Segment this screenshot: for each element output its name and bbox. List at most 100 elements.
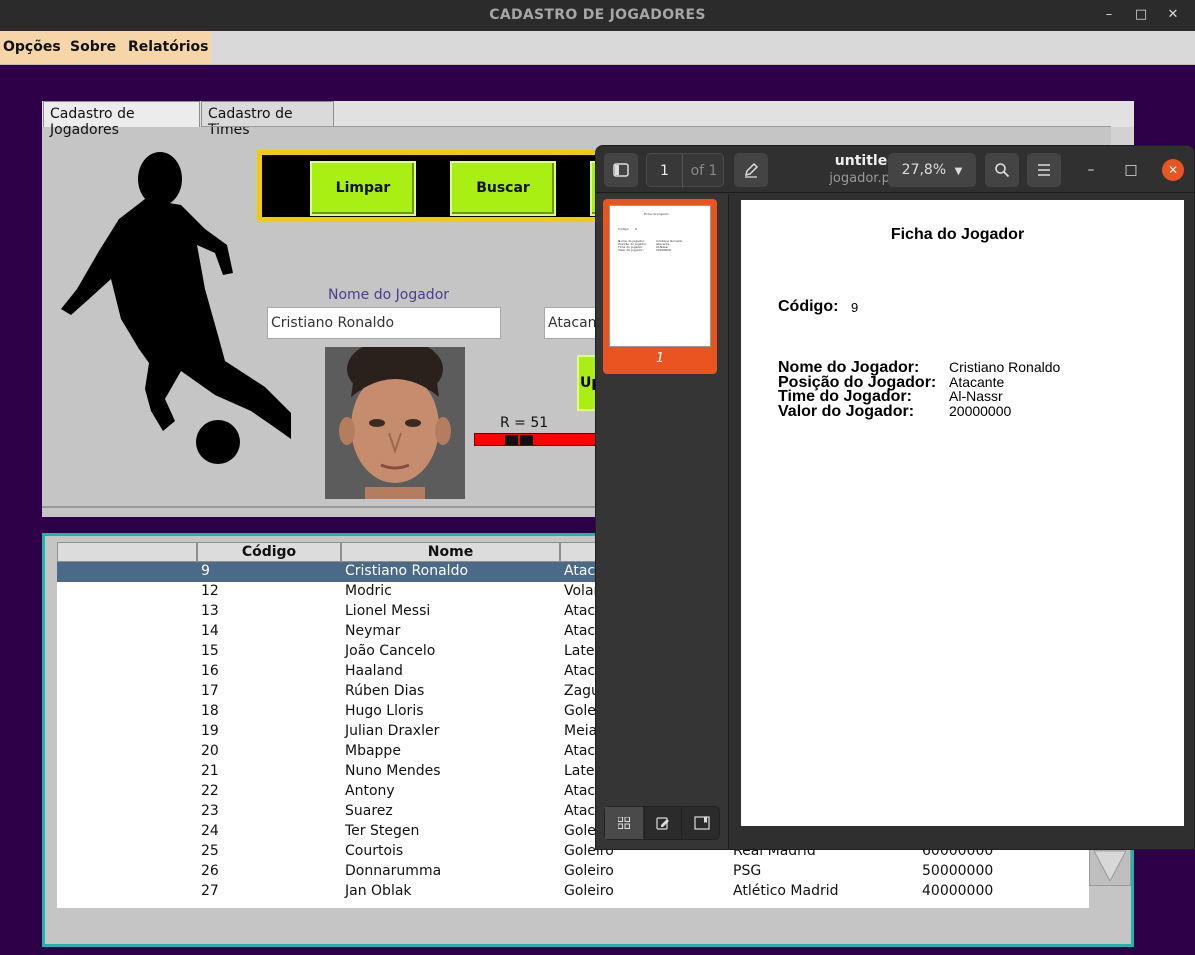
slider-knob[interactable] xyxy=(505,435,518,445)
cell-time: Atlético Madrid xyxy=(733,883,839,899)
player-photo xyxy=(325,347,465,499)
pdf-maximize-button[interactable]: □ xyxy=(1119,158,1143,182)
cell-codigo: 15 xyxy=(201,643,219,659)
sidebar-toggle-button[interactable] xyxy=(604,153,638,187)
time-label: Time do Jogador: xyxy=(778,388,912,405)
cell-nome: Courtois xyxy=(345,843,404,859)
annotate-button[interactable] xyxy=(734,153,768,187)
nome-jogador-value: Cristiano Ronaldo xyxy=(949,359,1061,375)
cell-codigo: 22 xyxy=(201,783,219,799)
thumb-codigo-value: 9 xyxy=(635,227,637,231)
column-header-blank[interactable] xyxy=(57,542,197,562)
zoom-dropdown[interactable]: 27,8% ▼ xyxy=(888,153,976,187)
cell-posicao: Goleiro xyxy=(564,863,614,879)
thumbnail-number: 1 xyxy=(655,351,665,366)
column-header-nome[interactable]: Nome xyxy=(341,542,560,562)
menu-opcoes[interactable]: Opções xyxy=(3,39,61,55)
buscar-button[interactable]: Buscar xyxy=(450,161,556,216)
cell-nome: Rúben Dias xyxy=(345,683,425,699)
cell-nome: Mbappe xyxy=(345,743,401,759)
cell-valor: 40000000 xyxy=(922,883,994,899)
cell-nome: Haaland xyxy=(345,663,403,679)
cell-codigo: 18 xyxy=(201,703,219,719)
search-icon xyxy=(995,163,1010,178)
cell-nome: Antony xyxy=(345,783,395,799)
search-button[interactable] xyxy=(985,153,1019,187)
hamburger-icon xyxy=(1038,164,1050,176)
slider-knob[interactable] xyxy=(520,435,533,445)
pdf-page-area[interactable]: Ficha do Jogador Código: 9 Nome do Jogad… xyxy=(730,194,1194,849)
table-row[interactable]: 26 Donnarumma Goleiro PSG 50000000 xyxy=(57,862,1089,882)
menu-button[interactable] xyxy=(1027,153,1061,187)
cell-nome: Modric xyxy=(345,583,392,599)
cell-nome: Donnarumma xyxy=(345,863,442,879)
cell-codigo: 20 xyxy=(201,743,219,759)
valor-label: Valor do Jogador: xyxy=(778,403,915,420)
cell-codigo: 24 xyxy=(201,823,219,839)
sidebar-mode-switcher xyxy=(604,806,720,840)
menu-bar: Opções Sobre Relatórios xyxy=(0,31,1195,65)
close-button[interactable]: ✕ xyxy=(1162,4,1184,26)
cell-nome: Jan Oblak xyxy=(345,883,412,899)
thumbnails-mode-button[interactable] xyxy=(605,807,643,839)
book-icon xyxy=(694,816,710,830)
chevron-down-icon: ▼ xyxy=(954,166,963,177)
menu-relatorios[interactable]: Relatórios xyxy=(128,39,209,55)
cell-codigo: 16 xyxy=(201,663,219,679)
cell-codigo: 26 xyxy=(201,863,219,879)
cell-codigo: 21 xyxy=(201,763,219,779)
cell-codigo: 27 xyxy=(201,883,219,899)
window-title: CADASTRO DE JOGADORES xyxy=(489,7,706,23)
grid-icon xyxy=(617,816,630,829)
minimize-button[interactable]: – xyxy=(1098,4,1120,26)
pdf-minimize-button[interactable]: – xyxy=(1079,158,1103,182)
thumbnail-page: Ficha do Jogador Código: 9 Nome do Jogad… xyxy=(609,205,711,347)
page-thumbnail[interactable]: Ficha do Jogador Código: 9 Nome do Jogad… xyxy=(603,199,717,374)
nome-jogador-label: Nome do Jogador xyxy=(328,287,450,303)
r-value-label: R = 51 xyxy=(500,415,549,431)
title-bar: CADASTRO DE JOGADORES – □ ✕ xyxy=(0,0,1195,31)
codigo-value: 9 xyxy=(851,300,859,315)
nome-jogador-input[interactable]: Cristiano Ronaldo xyxy=(267,307,501,339)
cell-nome: Cristiano Ronaldo xyxy=(345,563,469,579)
pdf-header-bar: 1 of 1 untitled jogador.pdf 27,8% ▼ – □ … xyxy=(596,146,1194,193)
cell-nome: Neymar xyxy=(345,623,401,639)
menu-sobre[interactable]: Sobre xyxy=(70,39,116,55)
cell-nome: Suarez xyxy=(345,803,393,819)
page-number-input[interactable]: 1 xyxy=(647,154,683,188)
cell-posicao: Goleiro xyxy=(564,883,614,899)
sidebar-icon xyxy=(613,163,629,177)
tab-divider xyxy=(202,126,1111,127)
thumb-field-label: Valor do Jogador: xyxy=(618,248,644,252)
scroll-down-button[interactable] xyxy=(1089,844,1131,886)
cell-codigo: 14 xyxy=(201,623,219,639)
maximize-button[interactable]: □ xyxy=(1130,4,1152,26)
column-header-codigo[interactable]: Código xyxy=(197,542,341,562)
cell-nome: Ter Stegen xyxy=(345,823,420,839)
cell-nome: Lionel Messi xyxy=(345,603,431,619)
valor-value: 20000000 xyxy=(949,403,1012,419)
annotations-mode-button[interactable] xyxy=(644,807,682,839)
limpar-button[interactable]: Limpar xyxy=(310,161,416,216)
thumb-heading: Ficha do Jogador xyxy=(644,212,669,216)
page-indicator: 1 of 1 xyxy=(646,153,724,188)
cell-codigo: 19 xyxy=(201,723,219,739)
table-row[interactable]: 27 Jan Oblak Goleiro Atlético Madrid 4000000… xyxy=(57,882,1089,902)
bookmarks-mode-button[interactable] xyxy=(683,807,721,839)
cell-valor: 50000000 xyxy=(922,863,994,879)
cell-nome: Julian Draxler xyxy=(345,723,440,739)
cell-codigo: 9 xyxy=(201,563,210,579)
pdf-close-button[interactable]: ✕ xyxy=(1162,159,1184,181)
edit-icon xyxy=(656,817,669,830)
cell-nome: Nuno Mendes xyxy=(345,763,441,779)
nome-jogador-label: Nome do Jogador: xyxy=(778,359,920,376)
tab-cadastro-times[interactable]: Cadastro de Times xyxy=(201,101,334,138)
thumb-field-value: 20000000 xyxy=(656,248,672,252)
cell-codigo: 17 xyxy=(201,683,219,699)
page-total: of 1 xyxy=(690,163,718,179)
tab-cadastro-jogadores[interactable]: Cadastro de Jogadores xyxy=(43,101,200,138)
color-slider[interactable] xyxy=(474,433,604,446)
pdf-sidebar: Ficha do Jogador Código: 9 Nome do Jogad… xyxy=(596,194,729,849)
cell-nome: Hugo Lloris xyxy=(345,703,424,719)
thumb-codigo-label: Código: xyxy=(618,227,630,231)
